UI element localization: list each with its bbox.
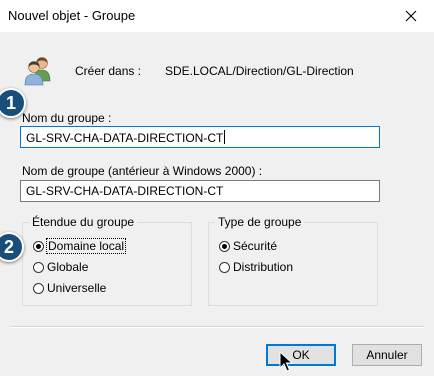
close-button[interactable] [388, 0, 434, 32]
group-type-box: Type de groupe Sécurité Distribution [208, 215, 378, 306]
radio-universal-circle [33, 282, 44, 294]
radio-domain-local-circle [33, 240, 44, 252]
radio-distribution[interactable]: Distribution [219, 260, 293, 274]
group-name-pre2000-label: Nom de groupe (antérieur à Windows 2000)… [22, 164, 263, 178]
radio-universal-label: Universelle [47, 281, 107, 295]
radio-security-label: Sécurité [233, 239, 278, 253]
step-marker-2-number: 2 [3, 236, 14, 257]
create-in-path: SDE.LOCAL/Direction/GL-Direction [165, 64, 354, 78]
cancel-button[interactable]: Annuler [352, 344, 422, 366]
group-name-label: Nom du groupe : [22, 111, 112, 125]
radio-domain-local[interactable]: Domaine local [33, 238, 127, 254]
group-scope-legend: Étendue du groupe [29, 215, 138, 229]
ok-button[interactable]: OK [266, 344, 336, 366]
window-title: Nouvel objet - Groupe [8, 8, 136, 23]
radio-distribution-label: Distribution [233, 260, 294, 274]
mouse-pointer-icon [279, 351, 293, 372]
group-scope-box: Étendue du groupe Domaine local Globale … [22, 215, 192, 306]
group-type-legend: Type de groupe [215, 215, 305, 229]
cancel-button-label: Annuler [366, 348, 408, 362]
radio-global-circle [33, 261, 44, 273]
group-name-pre2000-input[interactable]: GL-SRV-CHA-DATA-DIRECTION-CT [20, 180, 380, 202]
radio-distribution-circle [219, 261, 230, 273]
group-name-input[interactable]: GL-SRV-CHA-DATA-DIRECTION-CT [20, 126, 380, 148]
radio-selected-dot [36, 243, 41, 249]
radio-security-circle [219, 240, 230, 252]
step-marker-1-number: 1 [5, 92, 16, 113]
radio-universal[interactable]: Universelle [33, 281, 106, 295]
footer-separator [10, 326, 424, 328]
radio-security[interactable]: Sécurité [219, 239, 277, 253]
text-caret [224, 130, 226, 144]
radio-global-label: Globale [47, 260, 89, 274]
radio-selected-dot [222, 243, 227, 249]
users-icon [24, 57, 51, 86]
group-name-pre2000-value: GL-SRV-CHA-DATA-DIRECTION-CT [26, 184, 224, 198]
step-marker-2: 2 [0, 232, 24, 262]
dialog-window: Nouvel objet - Groupe Créer dans : SDE.L… [0, 0, 434, 376]
title-bar: Nouvel objet - Groupe [0, 0, 434, 32]
create-in-label: Créer dans : [75, 64, 142, 78]
group-name-value: GL-SRV-CHA-DATA-DIRECTION-CT [26, 131, 224, 145]
radio-global[interactable]: Globale [33, 260, 88, 274]
close-icon [405, 10, 417, 22]
ok-button-label: OK [292, 348, 310, 362]
radio-domain-local-label: Domaine local [45, 238, 127, 254]
